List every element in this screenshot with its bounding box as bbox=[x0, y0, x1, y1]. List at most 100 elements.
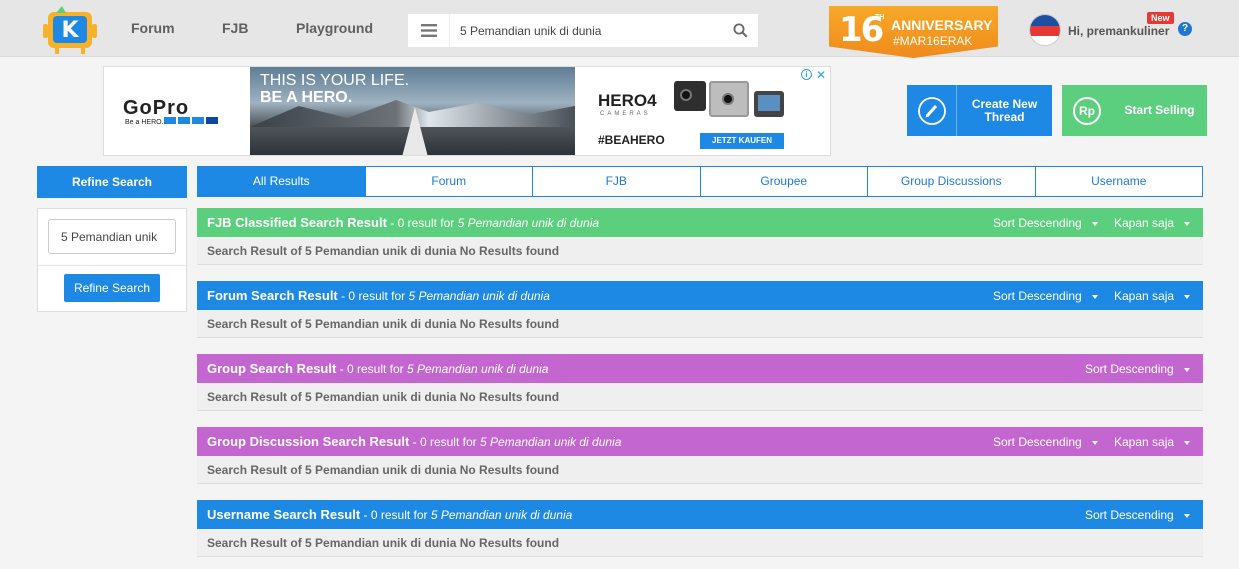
section-count: - 0 result for bbox=[337, 289, 409, 303]
tab-fjb[interactable]: FJB bbox=[533, 167, 701, 196]
search-input[interactable] bbox=[460, 14, 720, 47]
time-dropdown[interactable]: Kapan saja bbox=[1114, 216, 1191, 230]
section-header: Username Search Result - 0 result for 5 … bbox=[197, 500, 1203, 529]
help-icon[interactable]: ? bbox=[1178, 22, 1192, 36]
search-icon[interactable] bbox=[733, 23, 748, 38]
avatar[interactable] bbox=[1029, 14, 1061, 46]
username-result-section: Username Search Result - 0 result for 5 … bbox=[197, 500, 1203, 557]
chevron-down-icon bbox=[1184, 294, 1191, 299]
nav-playground[interactable]: Playground bbox=[296, 20, 373, 36]
section-title: Username Search Result bbox=[207, 507, 361, 522]
ad-brand-bars bbox=[164, 117, 218, 124]
fjb-result-section: FJB Classified Search Result - 0 result … bbox=[197, 208, 1203, 265]
section-header: Group Search Result - 0 result for 5 Pem… bbox=[197, 354, 1203, 383]
section-body: Search Result of 5 Pemandian unik di dun… bbox=[197, 310, 1203, 338]
nav-forum[interactable]: Forum bbox=[131, 20, 175, 36]
sort-label: Sort Descending bbox=[993, 216, 1082, 230]
start-selling-label: Start Selling bbox=[1124, 103, 1195, 117]
anniversary-th: TH bbox=[875, 14, 885, 21]
create-thread-button[interactable]: Create New Thread bbox=[907, 85, 1052, 136]
section-body: Search Result of 5 Pemandian unik di dun… bbox=[197, 529, 1203, 557]
time-label: Kapan saja bbox=[1114, 216, 1175, 230]
create-thread-label: Create New Thread bbox=[971, 96, 1038, 124]
time-dropdown[interactable]: Kapan saja bbox=[1114, 435, 1191, 449]
time-dropdown[interactable]: Kapan saja bbox=[1114, 289, 1191, 303]
anniversary-tag: #MAR16ERAK bbox=[893, 34, 973, 48]
camera-image bbox=[674, 81, 706, 111]
refine-divider bbox=[38, 265, 186, 266]
section-body: Search Result of 5 Pemandian unik di dun… bbox=[197, 456, 1203, 484]
section-title: Group Discussion Search Result bbox=[207, 434, 410, 449]
camera-housing-image bbox=[709, 81, 749, 117]
menu-button[interactable] bbox=[408, 14, 450, 47]
ad-product: HERO4 bbox=[598, 91, 657, 110]
chevron-down-icon bbox=[1184, 440, 1191, 445]
time-label: Kapan saja bbox=[1114, 289, 1175, 303]
sort-dropdown[interactable]: Sort Descending bbox=[993, 289, 1098, 303]
section-body: Search Result of 5 Pemandian unik di dun… bbox=[197, 383, 1203, 411]
time-label: Kapan saja bbox=[1114, 435, 1175, 449]
anniversary-banner[interactable]: 16 TH ANNIVERSARY #MAR16ERAK bbox=[829, 6, 998, 58]
sort-dropdown[interactable]: Sort Descending bbox=[993, 435, 1098, 449]
tab-all-results[interactable]: All Results bbox=[198, 167, 366, 196]
section-count: - 0 result for bbox=[386, 216, 458, 230]
tab-groupee[interactable]: Groupee bbox=[701, 167, 868, 196]
chevron-down-icon bbox=[1091, 294, 1098, 299]
tab-forum[interactable]: Forum bbox=[366, 167, 533, 196]
chevron-down-icon bbox=[1183, 513, 1190, 518]
ad-banner[interactable]: GoPro Be a HERO. THIS IS YOUR LIFE. BE A… bbox=[103, 66, 831, 156]
section-header: Group Discussion Search Result - 0 resul… bbox=[197, 427, 1203, 456]
start-selling-button[interactable]: Rp Start Selling bbox=[1062, 85, 1207, 136]
pencil-icon bbox=[907, 85, 957, 136]
rupiah-symbol: Rp bbox=[1073, 96, 1101, 125]
new-badge: New bbox=[1147, 12, 1174, 24]
section-count: - 0 result for bbox=[409, 435, 480, 449]
group-discussion-result-section: Group Discussion Search Result - 0 resul… bbox=[197, 427, 1203, 484]
section-title-wrap: Username Search Result - 0 result for 5 … bbox=[207, 507, 572, 522]
ad-product-sub: CAMERAS bbox=[600, 111, 651, 117]
user-greeting[interactable]: Hi, premankuliner bbox=[1068, 24, 1169, 38]
refine-search-header: Refine Search bbox=[37, 166, 187, 198]
sort-label: Sort Descending bbox=[993, 435, 1082, 449]
ad-cta-button[interactable]: JETZT KAUFEN bbox=[700, 133, 784, 149]
hamburger-icon bbox=[420, 24, 437, 37]
section-title: FJB Classified Search Result bbox=[207, 215, 387, 230]
camera-screen-image bbox=[754, 91, 784, 117]
section-query: 5 Pemandian unik di dunia bbox=[408, 289, 550, 303]
sort-dropdown[interactable]: Sort Descending bbox=[1085, 508, 1190, 522]
section-title-wrap: Forum Search Result - 0 result for 5 Pem… bbox=[207, 288, 550, 303]
tab-username[interactable]: Username bbox=[1036, 167, 1203, 196]
sort-label: Sort Descending bbox=[1085, 508, 1174, 522]
chevron-down-icon bbox=[1184, 221, 1191, 226]
tab-group-discussions[interactable]: Group Discussions bbox=[868, 167, 1036, 196]
ad-close-icon[interactable]: ✕ bbox=[816, 68, 826, 82]
section-header: Forum Search Result - 0 result for 5 Pem… bbox=[197, 281, 1203, 310]
section-query: 5 Pemandian unik di dunia bbox=[407, 362, 549, 376]
svg-text:K: K bbox=[61, 18, 79, 43]
refine-search-button[interactable]: Refine Search bbox=[64, 274, 160, 302]
section-title: Group Search Result bbox=[207, 361, 337, 376]
kaskus-logo[interactable]: K bbox=[42, 6, 102, 54]
chevron-down-icon bbox=[1091, 440, 1098, 445]
forum-result-section: Forum Search Result - 0 result for 5 Pem… bbox=[197, 281, 1203, 338]
refine-search-panel: Refine Search bbox=[37, 208, 187, 312]
ad-info-icon[interactable]: i bbox=[801, 69, 812, 80]
nav-fjb[interactable]: FJB bbox=[222, 20, 248, 36]
section-query: 5 Pemandian unik di dunia bbox=[457, 216, 600, 230]
rupiah-icon: Rp bbox=[1062, 85, 1112, 136]
sort-dropdown[interactable]: Sort Descending bbox=[993, 216, 1098, 230]
group-result-section: Group Search Result - 0 result for 5 Pem… bbox=[197, 354, 1203, 411]
chevron-down-icon bbox=[1183, 367, 1190, 372]
ad-headline-2: BE A HERO. bbox=[260, 89, 353, 106]
section-body: Search Result of 5 Pemandian unik di dun… bbox=[197, 237, 1203, 265]
section-query: 5 Pemandian unik di dunia bbox=[479, 435, 622, 449]
section-title-wrap: Group Discussion Search Result - 0 resul… bbox=[207, 434, 621, 449]
search-bar bbox=[450, 14, 758, 47]
refine-search-input[interactable] bbox=[48, 219, 176, 254]
section-title-wrap: FJB Classified Search Result - 0 result … bbox=[207, 215, 599, 230]
section-count: - 0 result for bbox=[360, 508, 431, 522]
chevron-down-icon bbox=[1091, 221, 1098, 226]
ad-hashtag: #BEAHERO bbox=[598, 133, 665, 147]
sort-dropdown[interactable]: Sort Descending bbox=[1085, 362, 1190, 376]
section-title-wrap: Group Search Result - 0 result for 5 Pem… bbox=[207, 361, 548, 376]
